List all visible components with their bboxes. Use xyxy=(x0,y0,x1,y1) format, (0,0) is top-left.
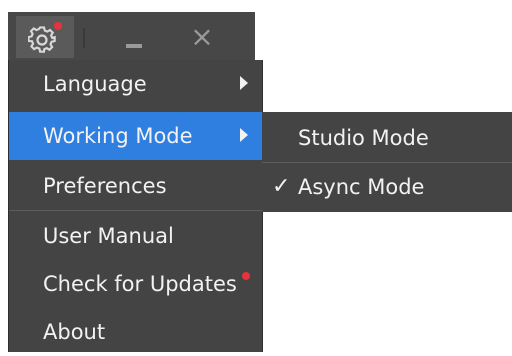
submenu-item-label: Studio Mode xyxy=(298,126,429,150)
menu-item-label: Check for Updates xyxy=(43,272,237,296)
minimize-button[interactable] xyxy=(116,24,152,54)
settings-menu: Language Working Mode Preferences User M… xyxy=(8,60,263,352)
menu-item-language[interactable]: Language xyxy=(9,60,262,108)
submenu-item-studio-mode[interactable]: Studio Mode xyxy=(262,114,512,162)
menu-divider xyxy=(9,210,262,211)
settings-notification-dot xyxy=(54,22,62,30)
menu-item-working-mode[interactable]: Working Mode xyxy=(9,112,262,160)
settings-button[interactable] xyxy=(16,16,74,58)
menu-item-label: About xyxy=(43,320,106,344)
menu-item-label: Language xyxy=(43,72,147,96)
menu-item-check-for-updates[interactable]: Check for Updates xyxy=(9,260,262,308)
working-mode-submenu: Studio Mode ✓ Async Mode xyxy=(262,112,512,212)
close-button[interactable]: × xyxy=(184,22,220,52)
submenu-item-label: Async Mode xyxy=(298,175,425,199)
chevron-right-icon xyxy=(240,76,248,90)
menu-item-label: User Manual xyxy=(43,224,174,248)
chevron-right-icon xyxy=(240,128,248,142)
titlebar-separator xyxy=(83,28,85,48)
menu-item-user-manual[interactable]: User Manual xyxy=(9,212,262,260)
submenu-item-async-mode[interactable]: ✓ Async Mode xyxy=(262,163,512,211)
gear-icon xyxy=(28,26,56,53)
title-bar: × xyxy=(8,12,255,60)
menu-item-label: Preferences xyxy=(43,174,167,198)
menu-item-about[interactable]: About xyxy=(9,308,262,356)
menu-item-preferences[interactable]: Preferences xyxy=(9,162,262,210)
update-notification-dot xyxy=(242,272,250,280)
menu-item-label: Working Mode xyxy=(43,124,193,148)
checkmark-icon: ✓ xyxy=(272,174,291,199)
